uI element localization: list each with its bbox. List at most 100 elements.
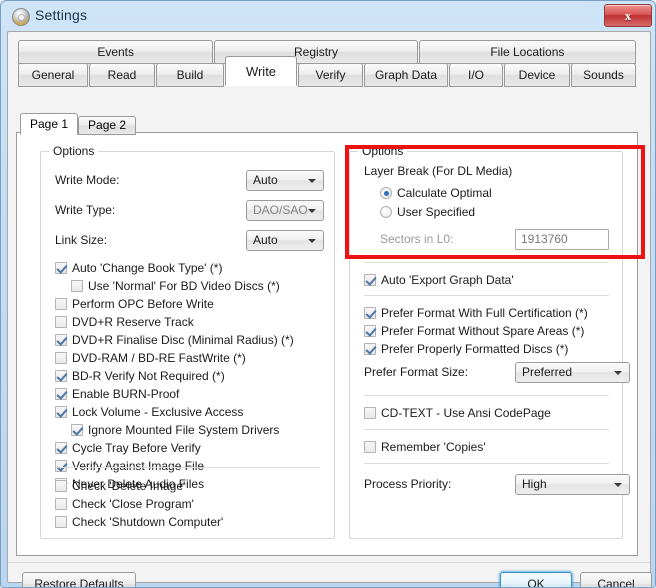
cancel-button[interactable]: Cancel	[580, 572, 652, 587]
right-group-legend: Options	[358, 144, 408, 158]
prefer-format-size-label: Prefer Format Size:	[364, 365, 469, 379]
write-page-body: Options Write Mode: Auto Write Type: DAO…	[16, 132, 645, 556]
checkbox-label: Lock Volume - Exclusive Access	[72, 405, 244, 419]
disc-icon	[12, 8, 30, 26]
chevron-down-icon	[308, 239, 316, 243]
write-mode-value: Auto	[253, 173, 278, 187]
checkbox-checked-icon	[55, 388, 67, 400]
write-type-label: Write Type:	[55, 203, 116, 217]
checkbox-label: BD-R Verify Not Required (*)	[72, 369, 225, 383]
page-tab-strip: Page 1 Page 2	[20, 113, 137, 135]
prefer-format-size-row: Prefer Format Size: Preferred	[350, 362, 630, 384]
title-bar: Settings x	[1, 1, 655, 31]
tab-label: Read	[107, 68, 137, 82]
tab-graph-data[interactable]: Graph Data	[364, 63, 448, 87]
right-divider-1	[364, 262, 609, 263]
checkbox-label: Auto 'Change Book Type' (*)	[72, 261, 223, 275]
link-size-row: Link Size: Auto	[41, 230, 334, 252]
link-size-combo[interactable]: Auto	[246, 230, 324, 251]
tab-file-locations[interactable]: File Locations	[418, 40, 636, 64]
checkbox-label: Use 'Normal' For BD Video Discs (*)	[88, 279, 280, 293]
checkbox-unchecked-icon	[364, 441, 376, 453]
checkbox-checked-icon	[364, 325, 376, 337]
tab-label: Build	[176, 68, 204, 82]
ok-button[interactable]: OK	[500, 572, 572, 587]
tab-label: Verify	[315, 68, 346, 82]
checkbox-label: Check 'Delete Image'	[72, 479, 186, 493]
tab-label: Sounds	[583, 68, 624, 82]
chevron-down-icon	[614, 483, 622, 487]
page-tab-page-1[interactable]: Page 1	[20, 113, 79, 135]
tab-build[interactable]: Build	[156, 63, 224, 87]
checkbox-unchecked-icon	[55, 298, 67, 310]
checkbox-checked-icon	[55, 460, 67, 472]
checkbox-label: Verify Against Image File	[72, 459, 205, 473]
tab-sounds[interactable]: Sounds	[571, 63, 636, 87]
tab-write[interactable]: Write	[225, 56, 297, 86]
chevron-down-icon	[308, 179, 316, 183]
radio-unselected-icon	[380, 206, 392, 218]
checkbox-unchecked-icon	[55, 480, 67, 492]
tab-verify[interactable]: Verify	[298, 63, 363, 87]
process-priority-value: High	[522, 477, 547, 491]
sectors-in-l0-label: Sectors in L0:	[380, 232, 454, 246]
write-type-row: Write Type: DAO/SAO	[41, 200, 334, 222]
checkbox-checked-icon	[364, 343, 376, 355]
checkbox-label: DVD-RAM / BD-RE FastWrite (*)	[72, 351, 246, 365]
process-priority-row: Process Priority: High	[350, 474, 630, 496]
checkbox-label: Check 'Shutdown Computer'	[72, 515, 224, 529]
page-tab-page-2[interactable]: Page 2	[78, 116, 137, 135]
sectors-in-l0-row: Sectors in L0: 1913760	[350, 229, 622, 251]
close-button[interactable]: x	[604, 4, 652, 27]
page-tab-label: Page 2	[88, 118, 127, 132]
checkbox-label: DVD+R Reserve Track	[72, 315, 194, 329]
prefer-format-size-combo[interactable]: Preferred	[515, 362, 630, 383]
prefer-format-size-value: Preferred	[522, 365, 573, 379]
tab-row-bottom: General Read Build Write Verify Graph Data I/O…	[18, 56, 636, 87]
tab-row-top: Events Registry File Locations	[18, 40, 636, 64]
checkbox-checked-icon	[364, 274, 376, 286]
tab-strip: Events Registry File Locations General Read…	[18, 40, 636, 88]
checkbox-remember-copies-label: Remember 'Copies'	[381, 440, 486, 454]
checkbox-cd-text-label: CD-TEXT - Use Ansi CodePage	[381, 406, 551, 420]
sectors-in-l0-input[interactable]: 1913760	[515, 229, 609, 250]
write-mode-row: Write Mode: Auto	[41, 170, 334, 192]
process-priority-combo[interactable]: High	[515, 474, 630, 495]
checkbox-label: Prefer Format Without Spare Areas (*)	[381, 324, 585, 338]
checkbox-label: Cycle Tray Before Verify	[72, 441, 201, 455]
tab-i-o[interactable]: I/O	[449, 63, 503, 87]
tab-label: File Locations	[490, 45, 565, 59]
radio-user-specified-label: User Specified	[397, 205, 476, 219]
chevron-down-icon	[614, 371, 622, 375]
right-options-group: Options Layer Break (For DL Media) Calcu…	[349, 144, 630, 539]
checkbox-unchecked-icon	[364, 407, 376, 419]
tab-label: General	[31, 68, 75, 82]
right-divider-5	[364, 463, 609, 464]
write-type-combo[interactable]: DAO/SAO	[246, 200, 324, 221]
tab-label: Events	[97, 45, 135, 59]
right-divider-4	[364, 429, 609, 430]
checkbox-unchecked-icon	[55, 352, 67, 364]
checkbox-label: Ignore Mounted File System Drivers	[88, 423, 280, 437]
tab-label: Registry	[294, 45, 339, 59]
layer-break-title: Layer Break (For DL Media)	[364, 164, 513, 178]
chevron-down-icon	[308, 209, 316, 213]
write-mode-combo[interactable]: Auto	[246, 170, 324, 191]
tab-device[interactable]: Device	[504, 63, 570, 87]
tab-read[interactable]: Read	[89, 63, 155, 87]
checkbox-checked-icon	[55, 370, 67, 382]
write-mode-label: Write Mode:	[55, 173, 120, 187]
link-size-label: Link Size:	[55, 233, 108, 247]
checkbox-unchecked-icon	[55, 316, 67, 328]
left-divider	[55, 467, 320, 468]
tab-events[interactable]: Events	[18, 40, 214, 64]
tab-label: Device	[518, 68, 556, 82]
checkbox-unchecked-icon	[55, 516, 67, 528]
checkbox-label: Check 'Close Program'	[72, 497, 194, 511]
close-icon: x	[624, 8, 632, 23]
tab-general[interactable]: General	[18, 63, 88, 87]
checkbox-checked-icon	[364, 307, 376, 319]
restore-defaults-button[interactable]: Restore Defaults	[22, 572, 136, 587]
checkbox-checked-icon	[55, 334, 67, 346]
write-type-value: DAO/SAO	[253, 203, 308, 217]
